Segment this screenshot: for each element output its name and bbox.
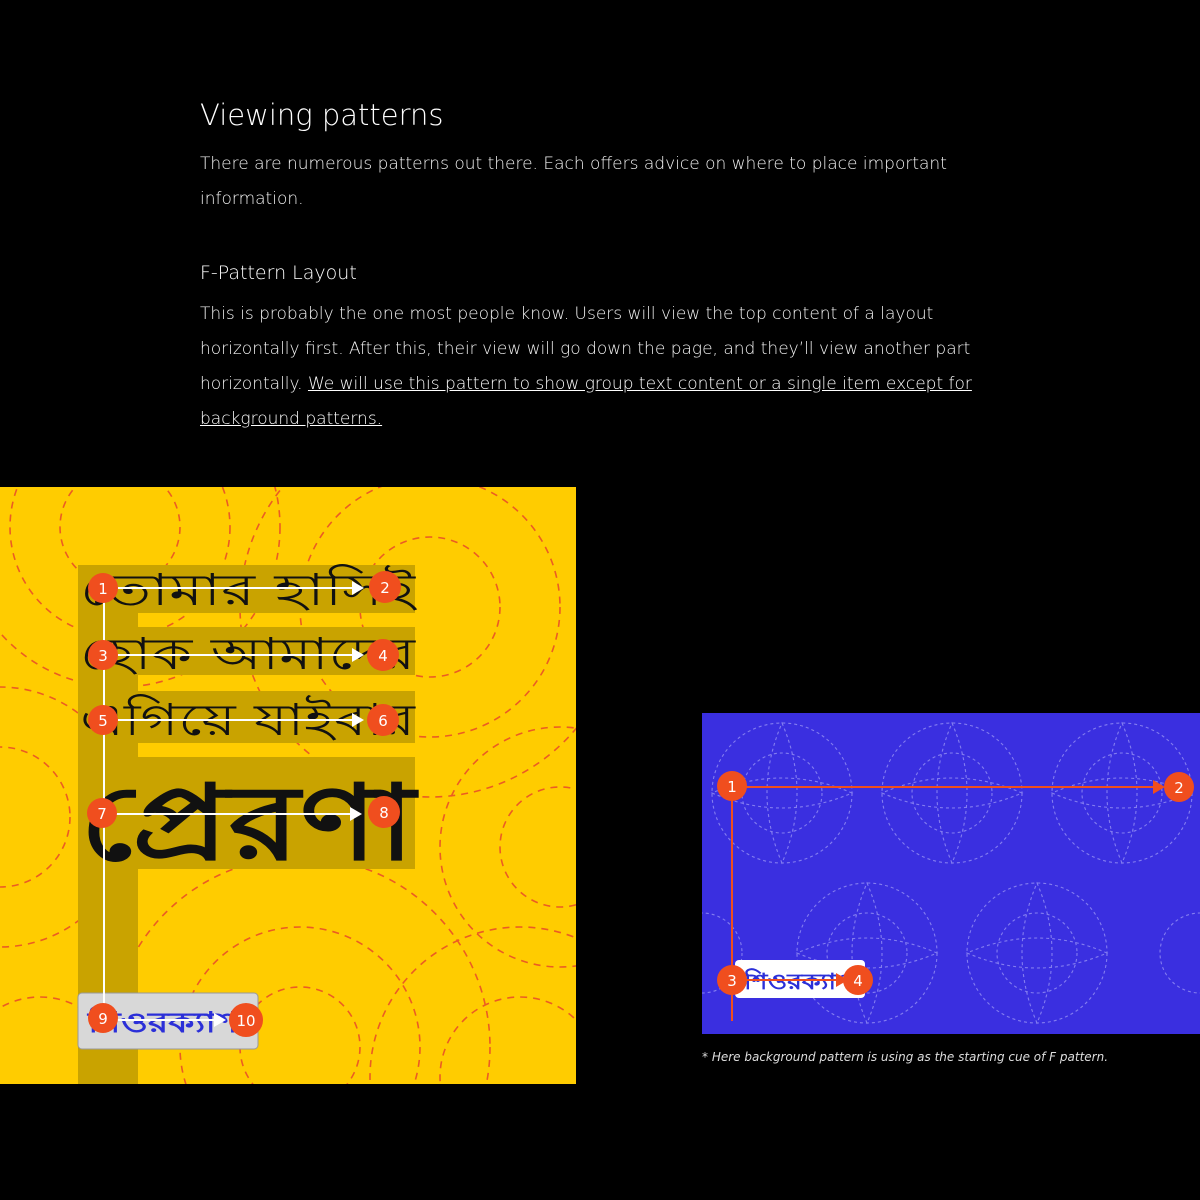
marker-5-label: 5 xyxy=(98,712,108,730)
marker-8-label: 8 xyxy=(379,804,389,822)
headline-line-4: প্রেরণা xyxy=(80,762,420,884)
marker-3-label: 3 xyxy=(98,647,108,665)
marker-7-label: 7 xyxy=(97,805,107,823)
section-body: This is probably the one most people kno… xyxy=(200,297,1000,437)
blue-marker-2-label: 2 xyxy=(1174,779,1184,797)
marker-1-label: 1 xyxy=(98,580,108,598)
marker-9-label: 9 xyxy=(98,1010,108,1028)
blue-marker-4-label: 4 xyxy=(853,972,863,990)
page-title: Viewing patterns xyxy=(200,98,444,132)
caption: * Here background pattern is using as th… xyxy=(702,1050,1109,1064)
marker-6-label: 6 xyxy=(378,712,388,730)
blue-marker-3-label: 3 xyxy=(727,972,737,990)
headline-line-1: তোমার হাসিই xyxy=(80,564,418,616)
marker-10-label: 10 xyxy=(236,1012,255,1030)
marker-4-label: 4 xyxy=(378,647,388,665)
pattern-usage-link[interactable]: We will use this pattern to show group t… xyxy=(200,374,972,429)
section-heading: F-Pattern Layout xyxy=(200,262,357,284)
blue-marker-1-label: 1 xyxy=(727,778,737,796)
marker-2-label: 2 xyxy=(380,579,390,597)
blue-poster: শিওরক্যাশ 1 2 3 4 xyxy=(702,713,1200,1034)
intro-text: There are numerous patterns out there. E… xyxy=(200,154,947,209)
yellow-poster: তোমার হাসিই হোক আমাদের এগিয়ে যাইবার প্র… xyxy=(0,487,576,1084)
